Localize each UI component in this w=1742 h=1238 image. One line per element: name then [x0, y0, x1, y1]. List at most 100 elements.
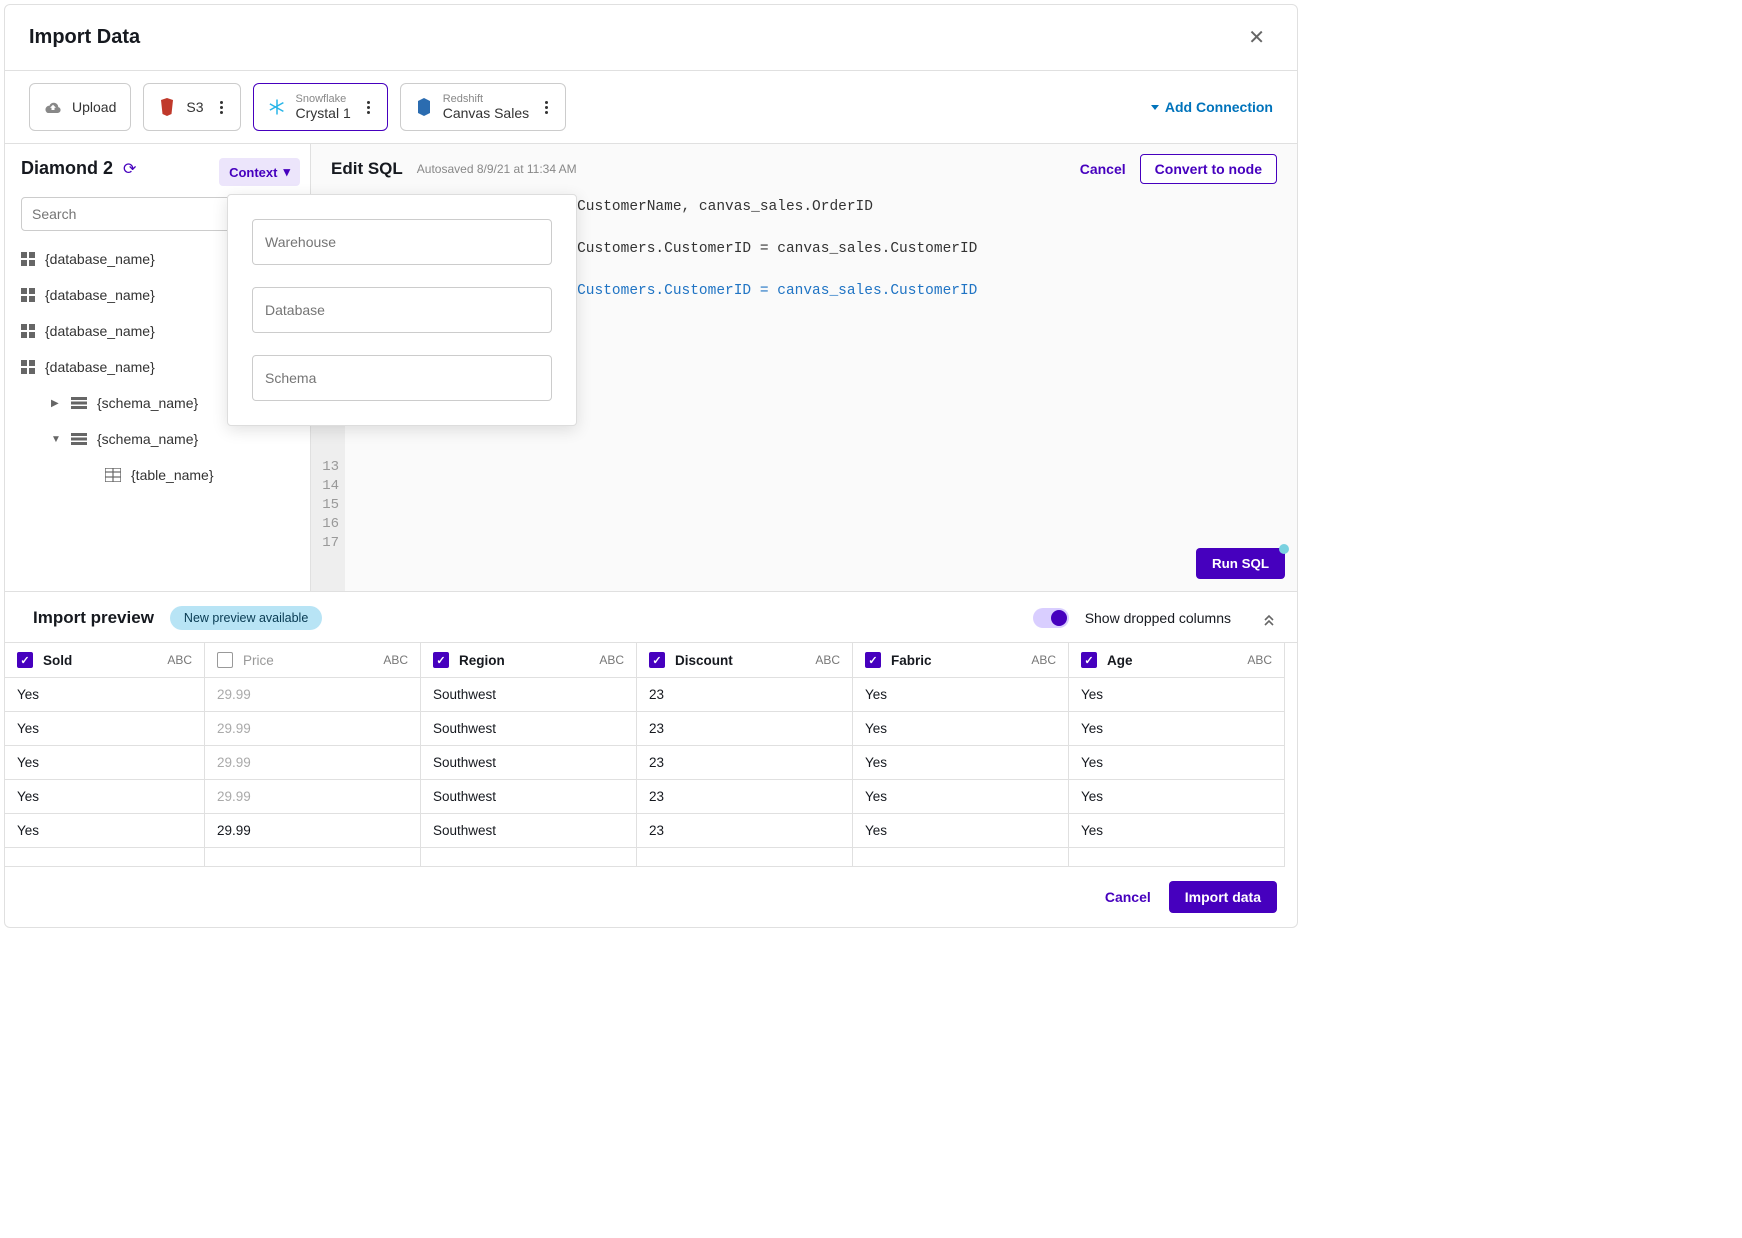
source-snowflake-button[interactable]: Snowflake Crystal 1	[253, 83, 388, 131]
column-name: Region	[459, 653, 505, 668]
chevron-right-icon: ▶	[51, 398, 61, 409]
table-cell: 23	[637, 814, 853, 848]
column-header[interactable]: ✓ Fabric ABC	[853, 643, 1069, 678]
table-cell: Yes	[853, 814, 1069, 848]
table-cell	[1069, 848, 1285, 867]
new-preview-pill[interactable]: New preview available	[170, 606, 322, 630]
autosave-text: Autosaved 8/9/21 at 11:34 AM	[417, 162, 577, 176]
source-redshift-sublabel: Redshift	[443, 93, 529, 106]
table-cell: Yes	[5, 678, 205, 712]
column-type: ABC	[383, 653, 408, 667]
add-connection-button[interactable]: Add Connection	[1151, 99, 1273, 115]
source-snowflake-label: Crystal 1	[296, 105, 351, 121]
collapse-icon[interactable]	[1261, 610, 1277, 626]
dialog-header: Import Data ✕	[5, 5, 1297, 71]
table-cell: 29.99	[205, 712, 421, 746]
source-bar: Upload S3 Snowflake Crystal 1 Red	[5, 71, 1297, 144]
table-cell: 29.99	[205, 814, 421, 848]
table-cell: 23	[637, 780, 853, 814]
column-name: Age	[1107, 653, 1133, 668]
column-header[interactable]: ✓ Age ABC	[1069, 643, 1285, 678]
chevron-down-icon: ▼	[51, 434, 61, 445]
database-icon	[21, 324, 35, 338]
show-dropped-toggle[interactable]	[1033, 608, 1069, 628]
checkbox-icon[interactable]: ✓	[649, 652, 665, 668]
refresh-icon[interactable]: ⟳	[123, 159, 136, 179]
table-cell: Yes	[853, 712, 1069, 746]
table-cell: 29.99	[205, 678, 421, 712]
table-cell: Yes	[1069, 712, 1285, 746]
code-line: ON Customers.CustomerID = canvas_sales.C…	[551, 282, 977, 301]
column-header[interactable]: ✓ Region ABC	[421, 643, 637, 678]
table-cell: Yes	[5, 780, 205, 814]
dialog-title: Import Data	[29, 26, 140, 49]
editor-title: Edit SQL	[331, 159, 403, 179]
column-type: ABC	[167, 653, 192, 667]
close-icon[interactable]: ✕	[1240, 21, 1273, 54]
source-redshift-button[interactable]: Redshift Canvas Sales	[400, 83, 566, 131]
table-cell: Yes	[1069, 678, 1285, 712]
table-cell: Yes	[5, 746, 205, 780]
more-icon[interactable]	[367, 101, 373, 114]
column-header[interactable]: ✓ Discount ABC	[637, 643, 853, 678]
table-icon	[105, 468, 121, 482]
tree-table[interactable]: {table_name}	[21, 457, 294, 493]
table-cell: Yes	[853, 780, 1069, 814]
more-icon[interactable]	[220, 101, 226, 114]
source-s3-button[interactable]: S3	[143, 83, 240, 131]
tree-schema[interactable]: ▼ {schema_name}	[21, 421, 294, 457]
app-root: Import Data ✕ Upload S3 Snowflake Crysta…	[4, 4, 1298, 928]
more-icon[interactable]	[545, 101, 551, 114]
redshift-icon	[415, 98, 433, 116]
checkbox-icon[interactable]	[217, 652, 233, 668]
preview-title: Import preview	[33, 608, 154, 628]
import-data-button[interactable]: Import data	[1169, 881, 1277, 913]
dialog-footer: Cancel Import data	[5, 867, 1297, 927]
checkbox-icon[interactable]: ✓	[17, 652, 33, 668]
source-upload-button[interactable]: Upload	[29, 83, 131, 131]
table-cell: Yes	[5, 712, 205, 746]
table-cell	[421, 848, 637, 867]
checkbox-icon[interactable]: ✓	[865, 652, 881, 668]
caret-down-icon	[1151, 105, 1159, 110]
schema-input[interactable]	[252, 355, 552, 401]
table-cell: Yes	[1069, 780, 1285, 814]
table-cell: Southwest	[421, 712, 637, 746]
preview-bar: Import preview New preview available Sho…	[5, 592, 1297, 642]
editor-header: Edit SQL Autosaved 8/9/21 at 11:34 AM Ca…	[311, 144, 1297, 194]
table-cell	[205, 848, 421, 867]
table-cell: 29.99	[205, 746, 421, 780]
database-icon	[21, 252, 35, 266]
source-redshift-label: Canvas Sales	[443, 105, 529, 121]
column-type: ABC	[1031, 653, 1056, 667]
context-button[interactable]: Context ▾	[219, 158, 300, 186]
dataset-name: Diamond 2	[21, 158, 113, 179]
convert-to-node-button[interactable]: Convert to node	[1140, 154, 1277, 184]
footer-cancel-button[interactable]: Cancel	[1105, 889, 1151, 905]
column-name: Sold	[43, 653, 72, 668]
table-cell: Yes	[5, 814, 205, 848]
s3-icon	[158, 98, 176, 116]
warehouse-input[interactable]	[252, 219, 552, 265]
column-header[interactable]: ✓ Sold ABC	[5, 643, 205, 678]
cloud-upload-icon	[44, 98, 62, 116]
table-cell: 29.99	[205, 780, 421, 814]
table-cell	[637, 848, 853, 867]
table-cell	[5, 848, 205, 867]
run-sql-button[interactable]: Run SQL	[1196, 548, 1285, 579]
column-name: Fabric	[891, 653, 932, 668]
source-upload-label: Upload	[72, 99, 116, 115]
checkbox-icon[interactable]: ✓	[1081, 652, 1097, 668]
source-s3-label: S3	[186, 99, 203, 115]
source-snowflake-sublabel: Snowflake	[296, 93, 351, 106]
table-cell: Southwest	[421, 746, 637, 780]
editor-cancel-button[interactable]: Cancel	[1080, 161, 1126, 177]
caret-down-icon: ▾	[283, 164, 290, 180]
column-type: ABC	[599, 653, 624, 667]
database-input[interactable]	[252, 287, 552, 333]
column-header[interactable]: Price ABC	[205, 643, 421, 678]
table-cell: Yes	[1069, 814, 1285, 848]
table-cell: 23	[637, 746, 853, 780]
checkbox-icon[interactable]: ✓	[433, 652, 449, 668]
database-icon	[21, 288, 35, 302]
